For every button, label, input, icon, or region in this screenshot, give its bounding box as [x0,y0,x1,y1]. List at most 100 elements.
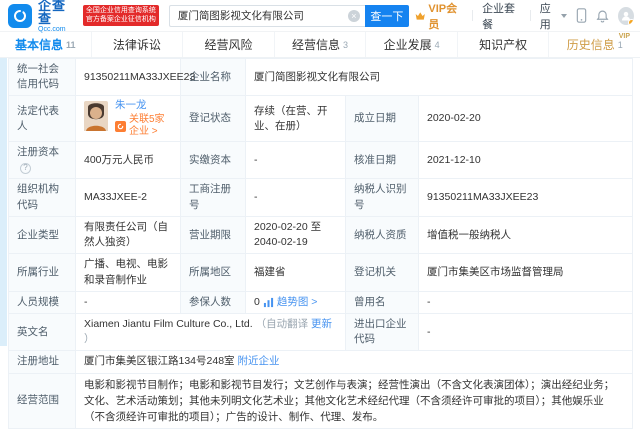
establish-date-value: 2020-02-20 [419,96,633,142]
table-row: 人员规模 - 参保人数 0 趋势图 > 曾用名 - [9,291,633,313]
tab-label: 知识产权 [479,36,527,53]
top-nav: VIP会员 企业套餐 应用 [415,0,634,32]
search-input[interactable] [169,5,365,27]
tab-count: 1 [618,40,623,50]
qcc-swirl-icon [12,8,28,24]
badge-line1: 全国企业信用查询系统 [86,7,156,16]
tab-legal-proceedings[interactable]: 法律诉讼 [92,32,184,57]
vip-label: VIP会员 [428,0,463,32]
credit-code-value: 91350211MA33JXEE23 [76,59,181,96]
table-row: 组织机构代码 MA33JXEE-2 工商注册号 - 纳税人识别号 9135021… [9,179,633,216]
legal-rep-photo[interactable] [84,101,108,136]
portrait-image [84,101,108,131]
staff-size-value: - [76,291,181,313]
chevron-down-icon [561,14,567,18]
table-row: 法定代表人 朱一龙 关联5家企业 > [9,96,633,142]
nav-divider [472,10,473,21]
tab-label: 经营风险 [204,36,252,53]
tab-count: 3 [343,40,348,50]
info-label: 注册资本? [9,142,76,179]
taxpayer-quality-value: 增值税一般纳税人 [419,216,633,253]
info-label: 注册地址 [9,351,76,373]
tab-intellectual-property[interactable]: 知识产权 [458,32,550,57]
info-label: 核准日期 [346,142,419,179]
tab-count: 4 [435,40,440,50]
registration-authority-value: 厦门市集美区市场监督管理局 [419,254,633,291]
info-label: 纳税人识别号 [346,179,419,216]
nav-divider [530,10,531,21]
badge-line2: 官方备案企业征信机构 [86,16,156,25]
import-export-code-value: - [419,314,633,351]
info-label: 组织机构代码 [9,179,76,216]
help-icon[interactable]: ? [20,163,31,174]
qcc-logo-text[interactable]: 企查查 Qcc.com [38,0,77,33]
left-gutter-strip [0,58,7,346]
tab-operating-info[interactable]: 经营信息 3 [275,32,367,57]
info-label: 成立日期 [346,96,419,142]
enterprise-package-link[interactable]: 企业套餐 [482,0,521,32]
company-name-value: 厦门简图影视文化有限公司 [246,59,633,96]
approval-date-value: 2021-12-10 [419,142,633,179]
table-row: 经营范围 电影和影视节目制作；电影和影视节目发行；文艺创作与表演；经营性演出（不… [9,373,633,429]
tab-basic-info[interactable]: 基本信息 11 [0,32,92,57]
former-name-value: - [419,291,633,313]
trend-chart-link[interactable]: 趋势图 > [277,295,318,310]
section-tabs: 基本信息 11 法律诉讼 经营风险 经营信息 3 企业发展 4 知识产权 历史信… [0,32,640,58]
official-badge: 全国企业信用查询系统 官方备案企业征信机构 [83,5,159,27]
business-scope-value: 电影和影视节目制作；电影和影视节目发行；文艺创作与表演；经营性演出（不含文化表演… [76,373,633,429]
paid-capital-value: - [246,142,346,179]
trend-chart-icon [263,297,274,308]
user-avatar[interactable] [618,7,634,25]
apps-label: 应用 [540,0,558,32]
apps-menu[interactable]: 应用 [540,0,567,32]
related-companies-icon [115,121,126,132]
business-reg-no-value: - [246,179,346,216]
info-label: 进出口企业代码 [346,314,419,351]
tab-label: 企业发展 [384,36,432,53]
info-label: 曾用名 [346,291,419,313]
table-row: 注册资本? 400万元人民币 实缴资本 - 核准日期 2021-12-10 [9,142,633,179]
info-label: 人员规模 [9,291,76,313]
info-label: 参保人数 [181,291,246,313]
crown-icon [415,11,426,21]
table-row: 企业类型 有限责任公司（自然人独资） 营业期限 2020-02-20 至 204… [9,216,633,253]
logo-name: 企查查 [38,0,77,25]
info-label: 统一社会信用代码 [9,59,76,96]
update-translation-link[interactable]: 更新 [311,318,332,330]
notifications-button[interactable] [596,9,609,23]
phone-icon [576,8,587,23]
tab-company-development[interactable]: 企业发展 4 [366,32,458,57]
qcc-logo-icon[interactable] [8,4,32,28]
tab-operating-risk[interactable]: 经营风险 [183,32,275,57]
table-row: 英文名 Xiamen Jiantu Film Culture Co., Ltd.… [9,314,633,351]
mobile-app-button[interactable] [576,8,587,23]
registered-address-value: 厦门市集美区银江路134号248室 [84,355,235,367]
search-button[interactable]: 查一下 [365,5,409,27]
registration-status-value: 存续（在营、开业、在册） [246,96,346,142]
tab-history-info[interactable]: 历史信息 1 VIP [549,32,640,57]
table-row: 统一社会信用代码 91350211MA33JXEE23 企业名称 厦门简图影视文… [9,59,633,96]
english-name-value: Xiamen Jiantu Film Culture Co., Ltd. [84,318,253,330]
tab-label: 经营信息 [292,36,340,53]
info-label: 企业类型 [9,216,76,253]
package-label: 企业套餐 [482,0,521,32]
vip-tag: VIP [619,33,630,40]
registered-capital-value: 400万元人民币 [76,142,181,179]
tab-label: 法律诉讼 [113,36,161,53]
tab-count: 11 [66,40,76,50]
registered-capital-label: 注册资本 [17,146,59,158]
info-label: 法定代表人 [9,96,76,142]
table-row: 注册地址 厦门市集美区银江路134号248室 附近企业 [9,351,633,373]
company-type-value: 有限责任公司（自然人独资） [76,216,181,253]
avatar-status-dot [628,19,634,25]
related-companies-link[interactable]: 关联5家企业 > [115,114,172,138]
industry-value: 广播、电视、电影和录音制作业 [76,254,181,291]
nearby-companies-link[interactable]: 附近企业 [237,355,279,367]
vip-member-link[interactable]: VIP会员 [415,0,463,32]
search-bar: × 查一下 [169,5,409,27]
top-header: 企查查 Qcc.com 全国企业信用查询系统 官方备案企业征信机构 × 查一下 … [0,0,640,32]
region-value: 福建省 [246,254,346,291]
legal-representative-cell: 朱一龙 关联5家企业 > [84,99,172,138]
clear-search-icon[interactable]: × [348,10,360,22]
legal-rep-name-link[interactable]: 朱一龙 [115,99,172,112]
